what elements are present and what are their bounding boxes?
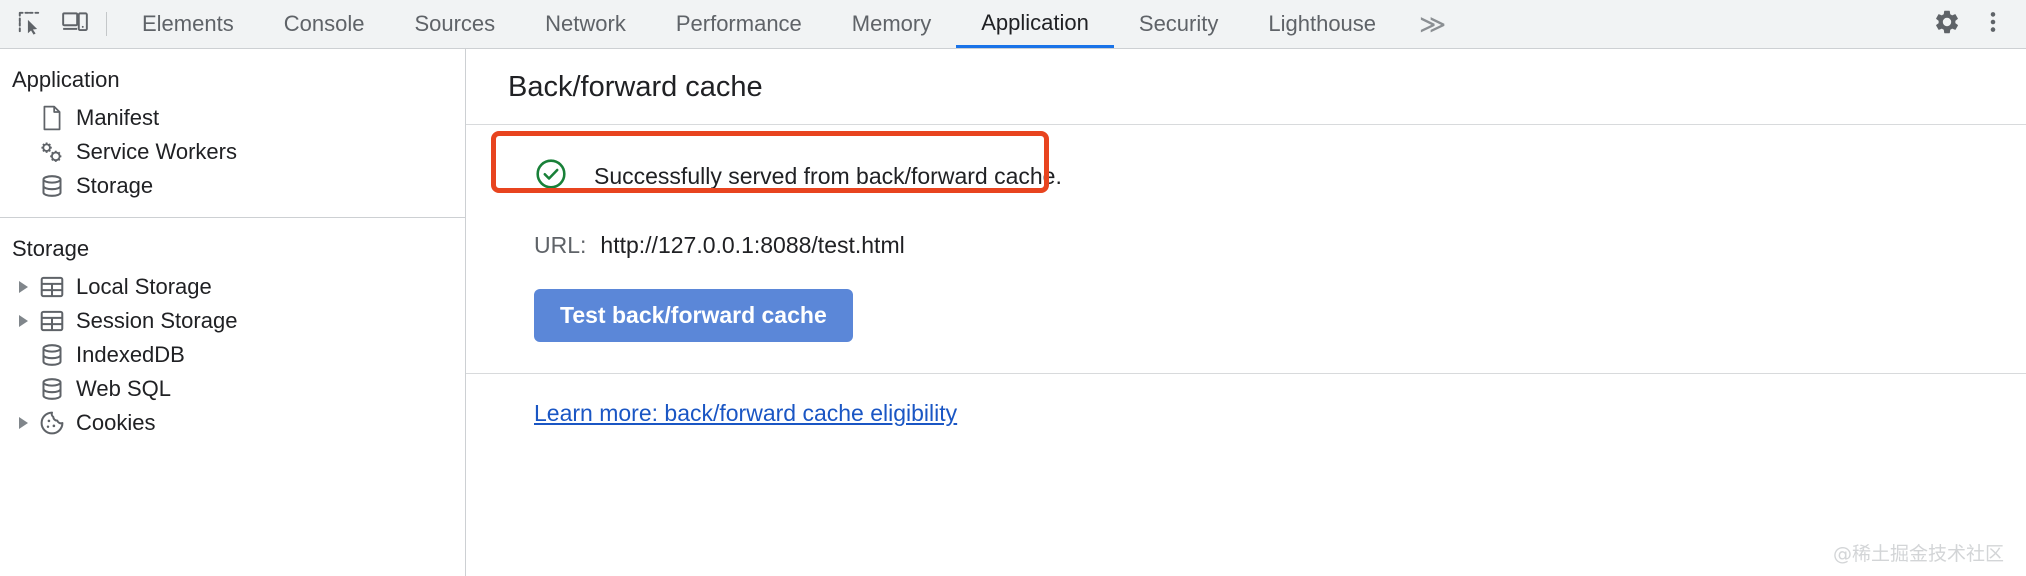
- sidebar-item-label: IndexedDB: [76, 342, 185, 367]
- device-toolbar-icon: [61, 9, 89, 40]
- action-row: Test back/forward cache: [508, 259, 2026, 342]
- devtools-toolbar: Elements Console Sources Network Perform…: [0, 0, 2026, 49]
- tab-lighthouse[interactable]: Lighthouse: [1243, 0, 1401, 48]
- sidebar-section-title: Storage: [12, 236, 90, 261]
- gear-icon: [1933, 8, 1961, 41]
- expand-triangle-icon[interactable]: [12, 281, 34, 293]
- table-icon: [34, 275, 70, 299]
- inspect-element-button[interactable]: [6, 0, 52, 48]
- database-icon: [34, 342, 70, 368]
- sidebar-item-cookies[interactable]: Cookies: [0, 406, 465, 440]
- database-icon: [34, 173, 70, 199]
- status-message: Successfully served from back/forward ca…: [594, 163, 1062, 189]
- main-menu-button[interactable]: [1970, 1, 2016, 47]
- tab-label: Console: [283, 11, 365, 36]
- watermark: @稀土掘金技术社区: [1832, 543, 2004, 565]
- tab-performance[interactable]: Performance: [651, 0, 827, 48]
- panel-header: Back/forward cache: [466, 49, 2026, 125]
- tab-label: Lighthouse: [1268, 11, 1377, 36]
- sidebar-item-label: Web SQL: [76, 376, 171, 401]
- inspect-element-icon: [16, 9, 42, 40]
- tab-memory[interactable]: Memory: [827, 0, 956, 48]
- sidebar-item-service-workers[interactable]: Service Workers: [0, 135, 465, 169]
- gears-icon: [34, 139, 70, 165]
- sidebar-item-label: Cookies: [76, 410, 156, 435]
- toolbar-actions: [1911, 0, 2026, 48]
- sidebar-item-label: Local Storage: [76, 274, 212, 299]
- sidebar-section-title: Application: [12, 67, 120, 92]
- tab-security[interactable]: Security: [1114, 0, 1243, 48]
- tab-label: Application: [981, 9, 1089, 35]
- settings-button[interactable]: [1924, 1, 1970, 47]
- page-title: Back/forward cache: [508, 71, 763, 103]
- tab-label: Memory: [851, 11, 932, 36]
- sidebar-item-label: Service Workers: [76, 139, 237, 164]
- sidebar-item-indexeddb[interactable]: IndexedDB: [0, 338, 465, 372]
- tab-network[interactable]: Network: [520, 0, 651, 48]
- tab-elements[interactable]: Elements: [117, 0, 259, 48]
- sidebar-item-local-storage[interactable]: Local Storage: [0, 270, 465, 304]
- toolbar-divider: [106, 12, 107, 36]
- tab-label: Security: [1138, 11, 1219, 36]
- table-icon: [34, 309, 70, 333]
- document-icon: [34, 105, 70, 131]
- sidebar-item-label: Storage: [76, 173, 154, 198]
- tab-label: Network: [545, 11, 626, 36]
- cookie-icon: [34, 410, 70, 436]
- devtools-body: Application Manifest Service Workers Sto…: [0, 49, 2026, 576]
- url-row: URL: http://127.0.0.1:8088/test.html: [508, 206, 2026, 259]
- application-sidebar: Application Manifest Service Workers Sto…: [0, 49, 466, 576]
- sidebar-item-session-storage[interactable]: Session Storage: [0, 304, 465, 338]
- expand-triangle-icon[interactable]: [12, 315, 34, 327]
- tab-application[interactable]: Application: [956, 0, 1114, 48]
- sidebar-item-manifest[interactable]: Manifest: [0, 101, 465, 135]
- chevron-double-right-icon: ≫: [1419, 8, 1446, 39]
- database-icon: [34, 376, 70, 402]
- check-circle-icon: [534, 157, 568, 196]
- devtools-tab-strip: Elements Console Sources Network Perform…: [117, 0, 1911, 48]
- sidebar-section-application: Application Manifest Service Workers Sto…: [0, 49, 465, 217]
- tab-label: Performance: [675, 11, 802, 36]
- device-toolbar-button[interactable]: [52, 0, 98, 48]
- sidebar-section-storage: Storage Local Storage Session Storage In…: [0, 217, 465, 440]
- sidebar-item-label: Manifest: [76, 105, 160, 130]
- more-tabs-button[interactable]: ≫: [1401, 0, 1461, 48]
- three-dots-vertical-icon: [1980, 8, 2006, 41]
- tab-sources[interactable]: Sources: [389, 0, 520, 48]
- url-label: URL:: [534, 232, 587, 258]
- url-value: http://127.0.0.1:8088/test.html: [600, 232, 905, 258]
- learn-more-link[interactable]: Learn more: back/forward cache eligibili…: [534, 400, 957, 426]
- test-bfcache-button[interactable]: Test back/forward cache: [534, 289, 853, 342]
- bfcache-status: Successfully served from back/forward ca…: [508, 125, 2026, 206]
- bfcache-panel: Back/forward cache Successfully served f…: [466, 49, 2026, 576]
- tab-label: Sources: [414, 11, 496, 36]
- expand-triangle-icon[interactable]: [12, 417, 34, 429]
- panel-content: Successfully served from back/forward ca…: [466, 125, 2026, 427]
- sidebar-item-label: Session Storage: [76, 308, 238, 333]
- sidebar-item-storage[interactable]: Storage: [0, 169, 465, 203]
- tab-console[interactable]: Console: [259, 0, 390, 48]
- tab-label: Elements: [142, 11, 234, 36]
- learn-more-row: Learn more: back/forward cache eligibili…: [508, 374, 2026, 427]
- sidebar-item-web-sql[interactable]: Web SQL: [0, 372, 465, 406]
